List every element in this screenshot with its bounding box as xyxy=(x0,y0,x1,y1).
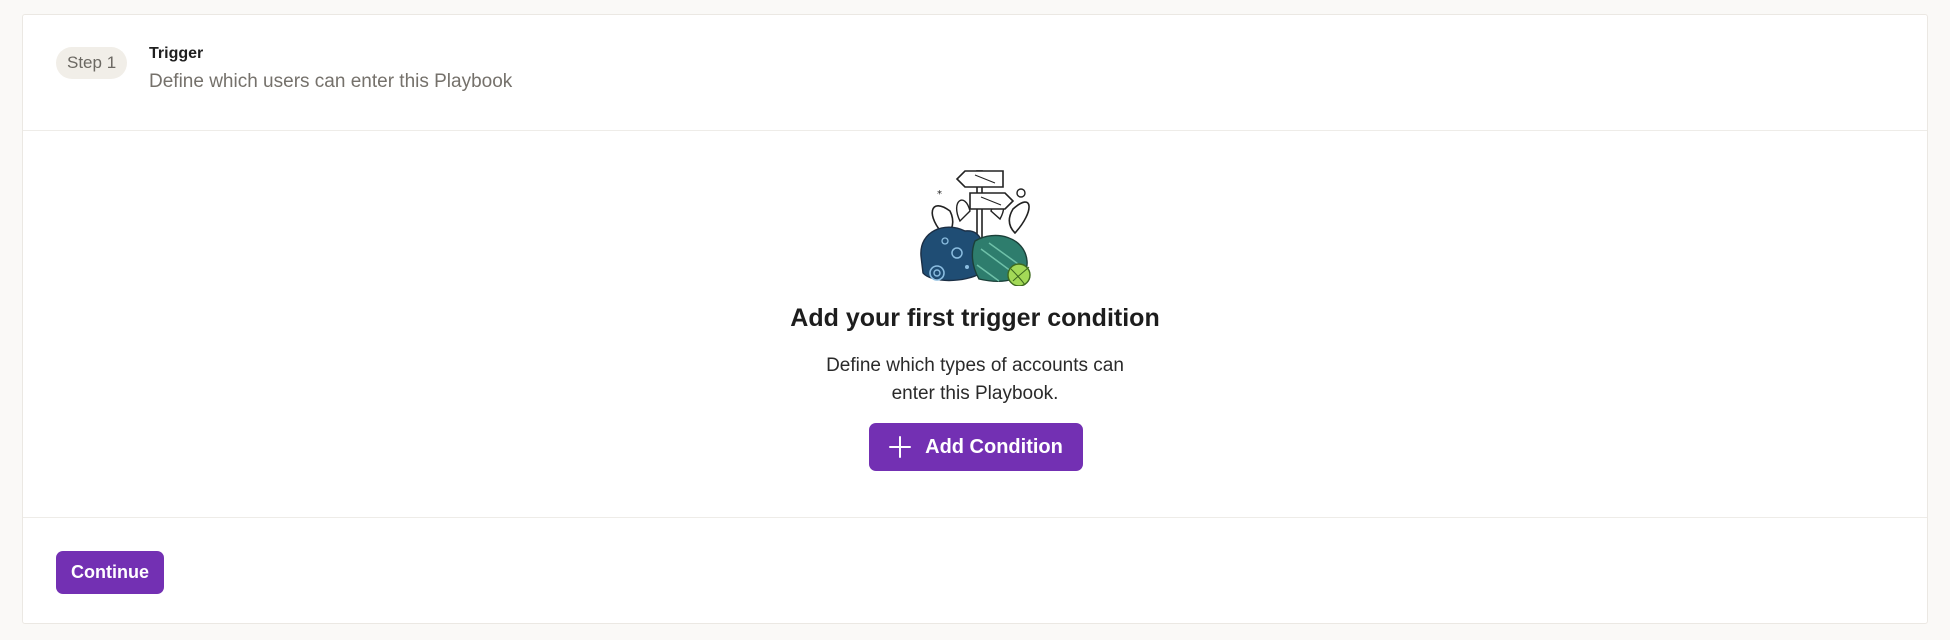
step-description: Define which users can enter this Playbo… xyxy=(149,71,513,92)
step-footer: Continue xyxy=(23,518,1927,624)
empty-state-title: Add your first trigger condition xyxy=(790,304,1160,332)
add-condition-label: Add Condition xyxy=(925,435,1063,458)
continue-button[interactable]: Continue xyxy=(56,551,164,594)
empty-state-description: Define which types of accounts can enter… xyxy=(826,355,1124,404)
add-condition-button[interactable]: Add Condition xyxy=(869,423,1083,471)
signpost-plants-illustration: * xyxy=(920,170,1031,286)
step-badge: Step 1 xyxy=(56,47,128,79)
step-header: Step 1 Trigger Define which users can en… xyxy=(23,15,1927,131)
svg-text:*: * xyxy=(937,189,942,200)
plus-icon xyxy=(889,436,912,458)
empty-state: * Add your first trigger condition Defin… xyxy=(23,131,1927,518)
trigger-step-card: Step 1 Trigger Define which users can en… xyxy=(22,14,1928,624)
step-title: Trigger xyxy=(149,45,204,62)
